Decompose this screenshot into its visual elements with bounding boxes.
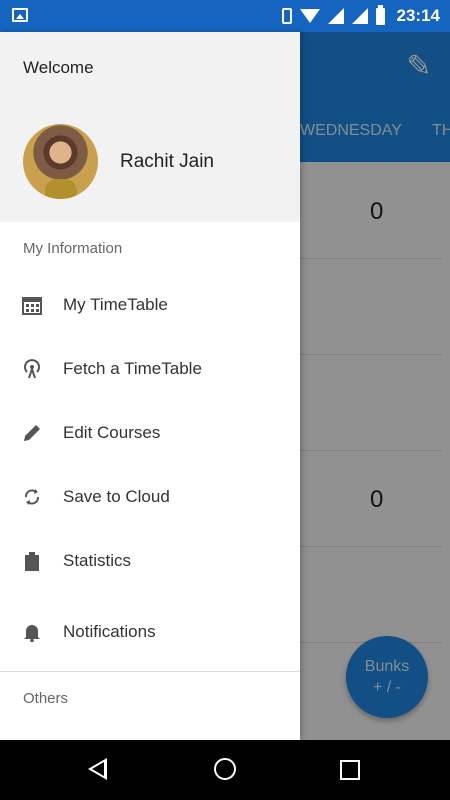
status-time: 23:14 [396,6,440,25]
home-icon[interactable] [214,758,236,780]
bell-icon [22,622,42,643]
drawer-header: Welcome Rachit Jain [0,32,300,222]
sync-icon [22,487,42,507]
system-nav-bar [0,740,450,800]
recent-apps-icon[interactable] [340,760,360,780]
user-name: Rachit Jain [120,151,214,172]
calendar-icon [22,295,42,315]
avatar[interactable] [23,124,98,199]
signal-icon [327,8,344,24]
navigation-drawer: Welcome Rachit Jain My Information My Ti… [0,32,300,740]
wifi-icon [299,9,320,23]
status-icons: 23:14 [281,0,440,32]
section-my-information: My Information [23,240,123,257]
battery-icon [375,4,385,25]
back-icon[interactable] [88,758,107,780]
roaming-signal-icon [351,8,368,24]
drawer-item-fetch-timetable[interactable]: Fetch a TimeTable [0,341,300,397]
drawer-item-edit-courses[interactable]: Edit Courses [0,405,300,461]
broadcast-icon [22,359,42,379]
vibrate-icon [281,8,292,24]
drawer-item-save-to-cloud[interactable]: Save to Cloud [0,469,300,525]
status-bar: 23:14 [0,0,450,32]
drawer-item-notifications[interactable]: Notifications [0,604,300,660]
drawer-item-my-timetable[interactable]: My TimeTable [0,277,300,333]
gallery-notification-icon [12,8,28,22]
section-others: Others [23,690,69,707]
pencil-icon [22,423,42,443]
drawer-item-statistics[interactable]: Statistics [0,533,300,589]
clipboard-icon [22,551,42,571]
welcome-label: Welcome [23,58,94,77]
drawer-divider [0,671,300,672]
